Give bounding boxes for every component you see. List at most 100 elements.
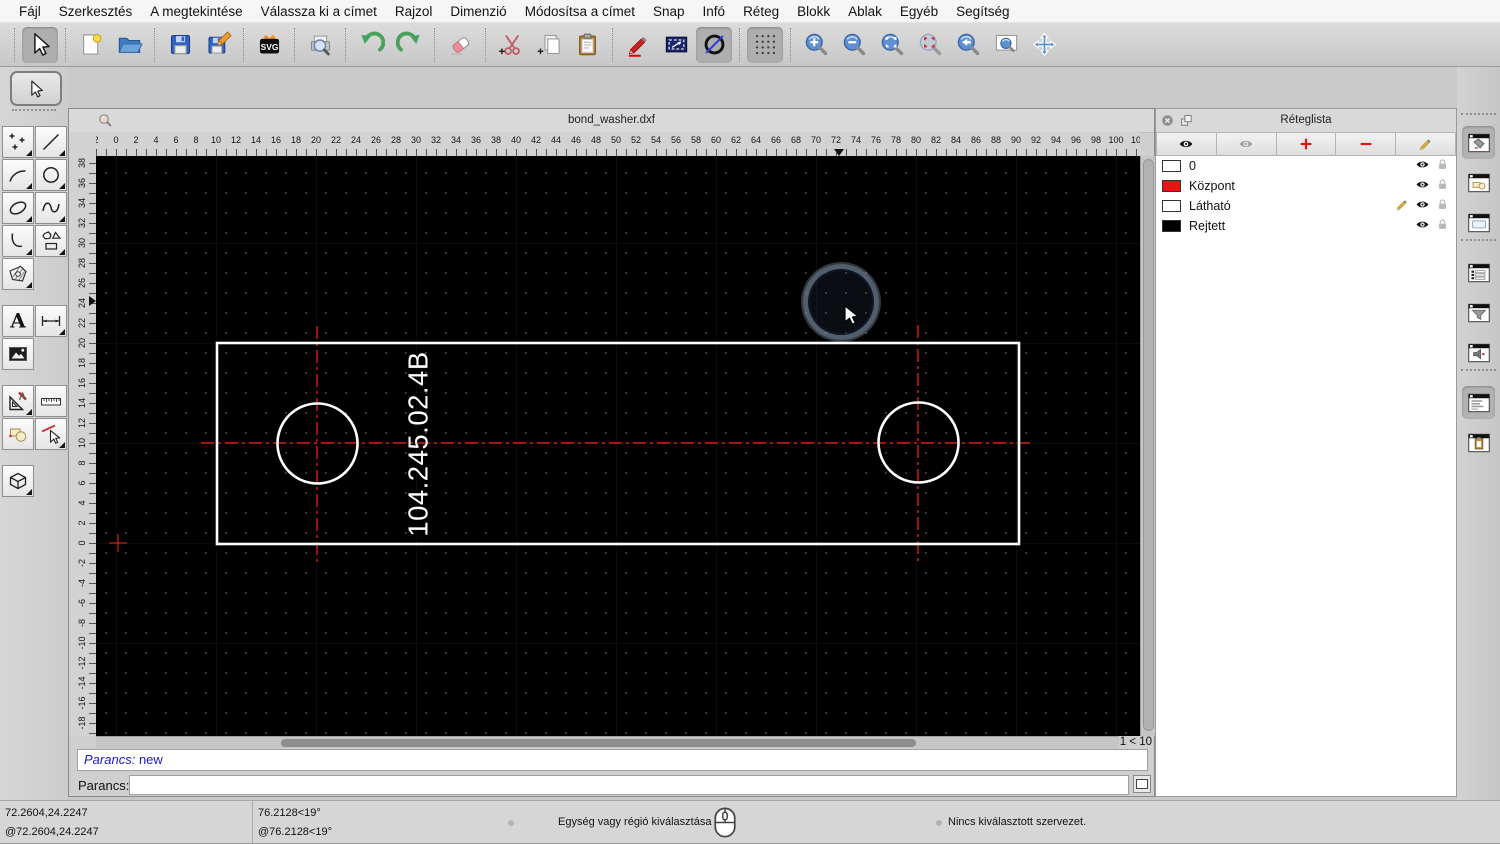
pen-wizard-widget-button[interactable]: [1462, 126, 1495, 159]
menu-f-jl[interactable]: Fájl: [10, 4, 50, 19]
layer-visibility-toggle[interactable]: [1415, 157, 1430, 175]
menu-dimenzi[interactable]: Dimenzió: [441, 4, 515, 19]
arc-tool-button[interactable]: [2, 159, 34, 191]
menu-r-teg[interactable]: Réteg: [734, 4, 788, 19]
layer-visibility-toggle[interactable]: [1415, 197, 1430, 215]
ruler-top-label: 2: [96, 135, 99, 145]
draft-mode-button[interactable]: [696, 26, 732, 63]
command-options-button[interactable]: [1133, 775, 1151, 793]
pen-attributes-button[interactable]: [620, 27, 656, 63]
zoom-redraw-button[interactable]: [912, 27, 948, 63]
undo-button[interactable]: [353, 27, 389, 63]
show-all-layers-button[interactable]: [1156, 132, 1217, 156]
copy-button[interactable]: [531, 27, 567, 63]
block-tool-button[interactable]: [2, 418, 34, 450]
layer-lock-toggle[interactable]: [1435, 197, 1450, 215]
paste-button[interactable]: [569, 27, 605, 63]
menu-m-dos-tsa-a-c-met[interactable]: Módosítsa a címet: [516, 4, 644, 19]
ruler-top-label: 70: [810, 135, 822, 145]
layer-filter-widget-button[interactable]: [1462, 296, 1495, 329]
menu-blokk[interactable]: Blokk: [788, 4, 839, 19]
ellipse-tool-button[interactable]: [2, 192, 34, 224]
save-button[interactable]: [162, 27, 198, 63]
redo-button[interactable]: [391, 27, 427, 63]
i-cursor-icon: [27, 31, 54, 58]
vertical-scrollbar[interactable]: [1140, 156, 1156, 736]
drawing-canvas[interactable]: 104.245.02.4B: [96, 156, 1140, 736]
clipboard-widget-button[interactable]: [1462, 426, 1495, 459]
layer-lock-toggle[interactable]: [1435, 177, 1450, 195]
modify-tool-button[interactable]: [2, 385, 34, 417]
ruler-left-label: 20: [77, 337, 87, 349]
p-shapes-icon: [39, 229, 63, 253]
dimension-tool-button[interactable]: [35, 305, 67, 337]
ruler-corner: [69, 132, 97, 157]
command-input[interactable]: [129, 775, 1129, 795]
layer-row[interactable]: Rejtett: [1156, 216, 1456, 236]
menu-egy-b[interactable]: Egyéb: [891, 4, 947, 19]
menu-szerkeszt-s[interactable]: Szerkesztés: [50, 4, 142, 19]
shapes-tool-button[interactable]: [35, 225, 67, 257]
ruler-top-label: 84: [950, 135, 962, 145]
3d-tool-button[interactable]: [2, 465, 34, 497]
menu-seg-ts-g[interactable]: Segítség: [947, 4, 1018, 19]
zoom-in-button[interactable]: [798, 27, 834, 63]
zoom-pan-button[interactable]: [1026, 27, 1062, 63]
zoom-auto-button[interactable]: [874, 27, 910, 63]
layer-row[interactable]: Központ: [1156, 176, 1456, 196]
layer-lock-toggle[interactable]: [1435, 157, 1450, 175]
line-tool-button[interactable]: [35, 126, 67, 158]
circle-tool-button[interactable]: [35, 159, 67, 191]
hatch-tool-button[interactable]: [2, 258, 34, 290]
image-tool-button[interactable]: [2, 338, 34, 370]
hide-inactive-layers-button[interactable]: [1216, 132, 1277, 156]
export-svg-button[interactable]: [251, 27, 287, 63]
spline-tool-button[interactable]: [35, 192, 67, 224]
select-entity-tool-button[interactable]: [35, 418, 67, 450]
command-line-widget-button[interactable]: [1462, 386, 1495, 419]
layer-list-widget-button[interactable]: [1462, 256, 1495, 289]
zoom-out-button[interactable]: [836, 27, 872, 63]
zoom-window-button[interactable]: [988, 27, 1024, 63]
select-tool-button[interactable]: [10, 71, 62, 106]
action-hint: Egység vagy régió kiválasztása: [558, 816, 712, 828]
ruler-top-label: 78: [890, 135, 902, 145]
block-list-widget-button[interactable]: [1462, 166, 1495, 199]
selection-options-button[interactable]: [658, 27, 694, 63]
menu-a-megtekint-se[interactable]: A megtekintése: [141, 4, 251, 19]
cut-button[interactable]: [493, 27, 529, 63]
open-file-button[interactable]: [111, 27, 147, 63]
menu-snap[interactable]: Snap: [644, 4, 694, 19]
grid-toggle-button[interactable]: [747, 26, 783, 63]
detach-icon[interactable]: [1179, 113, 1194, 128]
library-browser-widget-button[interactable]: [1462, 206, 1495, 239]
save-as-button[interactable]: [200, 27, 236, 63]
points-tool-button[interactable]: [2, 126, 34, 158]
entity-info-widget-button[interactable]: [1462, 336, 1495, 369]
edit-layer-button[interactable]: [1396, 132, 1456, 156]
measure-tool-button[interactable]: [35, 385, 67, 417]
menu-ablak[interactable]: Ablak: [839, 4, 891, 19]
text-tool-button[interactable]: [2, 305, 34, 337]
menu-inf[interactable]: Infó: [694, 4, 735, 19]
menu-rajzol[interactable]: Rajzol: [386, 4, 442, 19]
print-preview-button[interactable]: [302, 27, 338, 63]
zoom-previous-button[interactable]: [950, 27, 986, 63]
add-layer-button[interactable]: [1276, 132, 1337, 156]
select-button[interactable]: [22, 26, 58, 63]
layer-visibility-toggle[interactable]: [1415, 177, 1430, 195]
layer-lock-toggle[interactable]: [1435, 217, 1450, 235]
layer-row[interactable]: Látható: [1156, 196, 1456, 216]
delete-button[interactable]: [442, 27, 478, 63]
layer-visibility-toggle[interactable]: [1415, 217, 1430, 235]
remove-layer-button[interactable]: [1336, 132, 1397, 156]
vertical-scrollbar-thumb[interactable]: [1143, 159, 1154, 731]
i-floppy-edit-icon: [205, 31, 232, 58]
new-document-button[interactable]: [73, 27, 109, 63]
horizontal-scrollbar[interactable]: [96, 736, 1119, 748]
horizontal-scrollbar-thumb[interactable]: [281, 739, 916, 747]
layer-row[interactable]: 0: [1156, 156, 1456, 176]
polyline-tool-button[interactable]: [2, 225, 34, 257]
close-icon[interactable]: [1160, 113, 1175, 128]
menu-v-lassza-ki-a-c-met[interactable]: Válassza ki a címet: [252, 4, 386, 19]
